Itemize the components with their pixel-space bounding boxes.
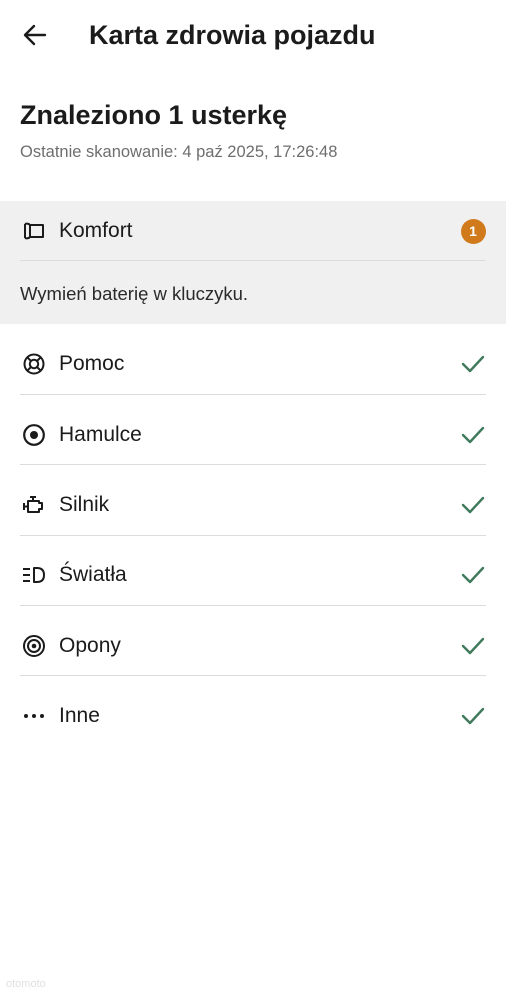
check-icon — [460, 703, 486, 729]
engine-icon — [22, 493, 46, 517]
headlight-icon — [22, 563, 46, 587]
more-dots-icon — [22, 704, 46, 728]
top-app-bar: Karta zdrowia pojazdu — [0, 0, 506, 70]
fault-count-badge: 1 — [460, 218, 486, 244]
brake-icon — [22, 423, 46, 447]
category-row-swiatla[interactable]: Światła — [0, 545, 506, 605]
last-scan-timestamp: Ostatnie skanowanie: 4 paź 2025, 17:26:4… — [20, 143, 338, 161]
faults-summary-heading: Znaleziono 1 usterkę — [20, 100, 288, 130]
category-label: Komfort — [59, 219, 133, 242]
category-label: Opony — [59, 634, 121, 657]
lifebuoy-icon — [22, 352, 46, 376]
arrow-left-icon — [23, 24, 47, 46]
divider — [20, 535, 486, 536]
category-row-silnik[interactable]: Silnik — [0, 475, 506, 535]
divider — [20, 675, 486, 676]
category-label: Światła — [59, 563, 127, 586]
divider — [20, 394, 486, 395]
category-row-inne[interactable]: Inne — [0, 686, 506, 746]
back-button[interactable] — [20, 21, 50, 49]
category-label: Pomoc — [59, 352, 125, 375]
comfort-seat-icon — [22, 219, 46, 243]
category-row-komfort[interactable]: Komfort 1 — [0, 201, 506, 261]
check-icon — [460, 562, 486, 588]
check-icon — [460, 633, 486, 659]
category-label: Hamulce — [59, 423, 142, 446]
category-label: Silnik — [59, 493, 110, 516]
tire-icon — [22, 634, 46, 658]
category-row-pomoc[interactable]: Pomoc — [0, 334, 506, 394]
divider — [20, 605, 486, 606]
divider — [20, 464, 486, 465]
category-label: Inne — [59, 704, 100, 727]
badge-count: 1 — [460, 218, 486, 244]
divider — [20, 260, 486, 261]
check-icon — [460, 492, 486, 518]
fault-message: Wymień baterię w kluczyku. — [20, 283, 249, 304]
page-title: Karta zdrowia pojazdu — [89, 20, 376, 50]
category-row-hamulce[interactable]: Hamulce — [0, 405, 506, 465]
category-row-opony[interactable]: Opony — [0, 616, 506, 676]
watermark: otomoto — [6, 978, 46, 990]
check-icon — [460, 351, 486, 377]
check-icon — [460, 422, 486, 448]
